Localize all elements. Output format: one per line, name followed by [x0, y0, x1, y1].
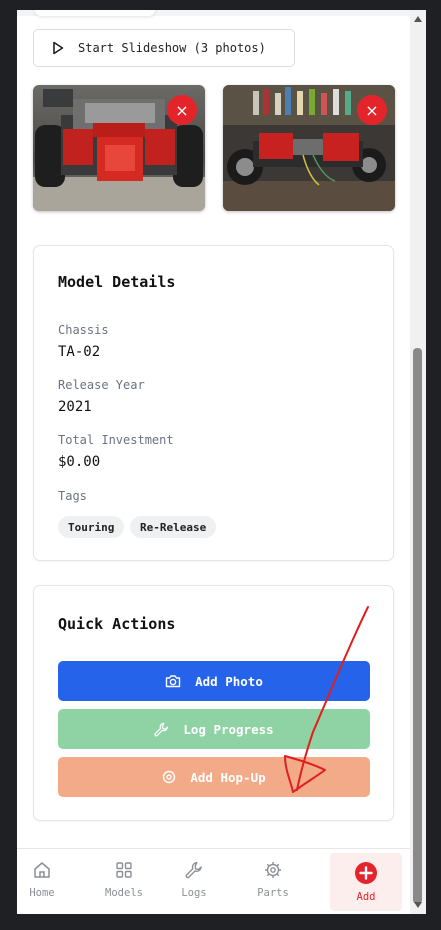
tags-label: Tags — [58, 489, 87, 503]
nav-label: Models — [105, 887, 143, 899]
tag-badge: Re-Release — [130, 516, 217, 538]
release-year-label: Release Year — [58, 378, 145, 392]
log-progress-label: Log Progress — [183, 721, 274, 737]
total-investment-label: Total Investment — [58, 433, 174, 447]
delete-photo-button[interactable]: × — [167, 95, 197, 125]
delete-photo-button[interactable]: × — [357, 95, 387, 125]
play-icon — [53, 41, 64, 55]
scroll-down-arrow[interactable] — [414, 902, 422, 908]
model-details-card: Model Details Chassis TA-02 Release Year… — [33, 245, 394, 561]
wrench-icon — [185, 862, 202, 879]
close-icon: × — [365, 100, 379, 120]
photo-thumbnail[interactable]: × — [33, 85, 205, 211]
add-hop-up-button[interactable]: Add Hop-Up — [58, 757, 370, 797]
model-details-title: Model Details — [58, 273, 176, 291]
add-photo-button[interactable]: Add Photo — [58, 661, 370, 701]
quick-actions-title: Quick Actions — [58, 615, 176, 633]
scroll-thumb[interactable] — [413, 348, 422, 904]
nav-label: Add — [356, 891, 376, 903]
wrench-icon — [154, 722, 169, 736]
nav-label: Home — [29, 887, 55, 899]
scroll-up-arrow[interactable] — [414, 16, 422, 22]
photo-thumbnail[interactable]: × — [223, 85, 395, 211]
gear-icon — [163, 770, 176, 784]
nav-item-home[interactable]: Home — [17, 849, 77, 914]
release-year-value: 2021 — [58, 399, 92, 415]
total-investment-value: $0.00 — [58, 454, 101, 470]
close-icon: × — [175, 100, 189, 120]
home-icon — [34, 862, 50, 878]
grid-icon — [116, 862, 132, 878]
chassis-value: TA-02 — [58, 344, 101, 360]
add-photo-label: Add Photo — [195, 673, 263, 689]
app-viewport: Start Slideshow (3 photos) × × Model Det… — [17, 10, 410, 914]
bottom-navigation: Home Models Logs Parts Add — [17, 848, 410, 914]
tag-badge: Touring — [58, 516, 125, 538]
quick-actions-card: Quick Actions Add Photo Log Progress Add… — [33, 585, 394, 821]
nav-item-parts[interactable]: Parts — [238, 849, 308, 914]
add-hop-up-label: Add Hop-Up — [190, 769, 266, 785]
vertical-scrollbar[interactable] — [410, 10, 426, 914]
camera-icon — [165, 675, 181, 688]
plus-circle-icon — [355, 862, 377, 884]
chassis-label: Chassis — [58, 323, 109, 337]
slideshow-label: Start Slideshow (3 photos) — [78, 41, 266, 55]
nav-item-logs[interactable]: Logs — [159, 849, 229, 914]
gear-icon — [265, 862, 281, 878]
previous-tab-edge — [35, 10, 155, 16]
log-progress-button[interactable]: Log Progress — [58, 709, 370, 749]
nav-item-add[interactable]: Add — [330, 853, 402, 911]
nav-label: Logs — [181, 887, 207, 899]
nav-label: Parts — [257, 887, 289, 899]
start-slideshow-button[interactable]: Start Slideshow (3 photos) — [33, 29, 295, 67]
nav-item-models[interactable]: Models — [89, 849, 159, 914]
